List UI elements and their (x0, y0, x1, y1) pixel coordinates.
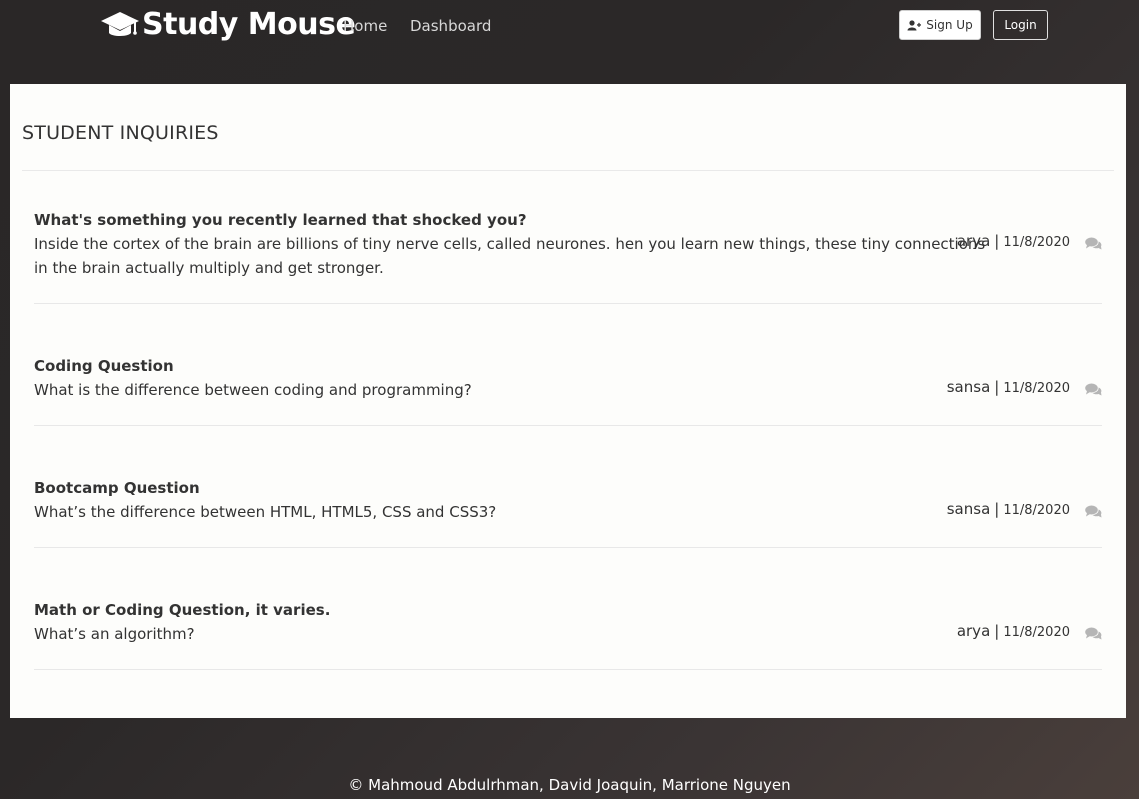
inquiry-meta: arya | 11/8/2020 (957, 232, 1070, 250)
inquiry-meta: sansa | 11/8/2020 (947, 500, 1070, 518)
nav-link-dashboard[interactable]: Dashboard (410, 16, 491, 36)
brand-name: Study Mouse (142, 7, 356, 42)
inquiry-divider (34, 425, 1102, 426)
inquiry-meta: arya | 11/8/2020 (957, 622, 1070, 640)
comments-icon[interactable] (1085, 237, 1102, 251)
inquiry-body: What’s the difference between HTML, HTML… (34, 503, 497, 521)
inquiry-body: Inside the cortex of the brain are billi… (34, 235, 986, 277)
inquiry-divider (34, 547, 1102, 548)
inquiry-item[interactable]: Bootcamp Question What’s the difference … (34, 476, 1102, 524)
inquiry-item[interactable]: What's something you recently learned th… (34, 208, 1102, 280)
login-button[interactable]: Login (993, 10, 1048, 40)
comments-icon[interactable] (1085, 627, 1102, 641)
inquiry-divider (34, 303, 1102, 304)
title-divider (22, 170, 1114, 171)
inquiry-item[interactable]: Math or Coding Question, it varies. What… (34, 598, 1102, 646)
inquiry-title[interactable]: Coding Question (34, 354, 1102, 378)
inquiry-author: sansa (946, 500, 991, 518)
brand-link[interactable]: Study Mouse (100, 6, 356, 44)
inquiry-body: What is the difference between coding an… (34, 381, 472, 399)
inquiry-item[interactable]: Coding Question What is the difference b… (34, 354, 1102, 402)
meta-separator: | (994, 378, 1000, 396)
navbar: Study Mouse Home Dashboard Sign Up Login (0, 0, 1139, 52)
graduation-cap-icon (101, 12, 139, 36)
inquiries-panel: STUDENT INQUIRIES What's something you r… (10, 84, 1126, 718)
inquiry-date: 11/8/2020 (1003, 503, 1070, 518)
inquiry-date: 11/8/2020 (1003, 625, 1070, 640)
comments-icon[interactable] (1085, 383, 1102, 397)
user-plus-icon (907, 19, 922, 30)
inquiry-date: 11/8/2020 (1003, 381, 1070, 396)
footer-copyright: © Mahmoud Abdulrhman, David Joaquin, Mar… (348, 776, 791, 794)
inquiry-title[interactable]: What's something you recently learned th… (34, 208, 1102, 232)
sign-up-label: Sign Up (926, 18, 973, 32)
inquiry-meta: sansa | 11/8/2020 (947, 378, 1070, 396)
inquiry-date: 11/8/2020 (1003, 235, 1070, 250)
page-title: STUDENT INQUIRIES (22, 122, 219, 144)
meta-separator: | (994, 232, 1000, 250)
meta-separator: | (994, 500, 1000, 518)
nav-link-home[interactable]: Home (343, 16, 387, 36)
inquiry-author: arya (956, 232, 991, 250)
inquiry-author: arya (956, 622, 991, 640)
inquiry-title[interactable]: Bootcamp Question (34, 476, 1102, 500)
meta-separator: | (994, 622, 1000, 640)
sign-up-button[interactable]: Sign Up (899, 10, 981, 40)
inquiry-author: sansa (946, 378, 991, 396)
login-label: Login (1004, 18, 1037, 32)
inquiry-divider (34, 669, 1102, 670)
comments-icon[interactable] (1085, 505, 1102, 519)
inquiry-body: What’s an algorithm? (34, 625, 195, 643)
inquiry-title[interactable]: Math or Coding Question, it varies. (34, 598, 1102, 622)
